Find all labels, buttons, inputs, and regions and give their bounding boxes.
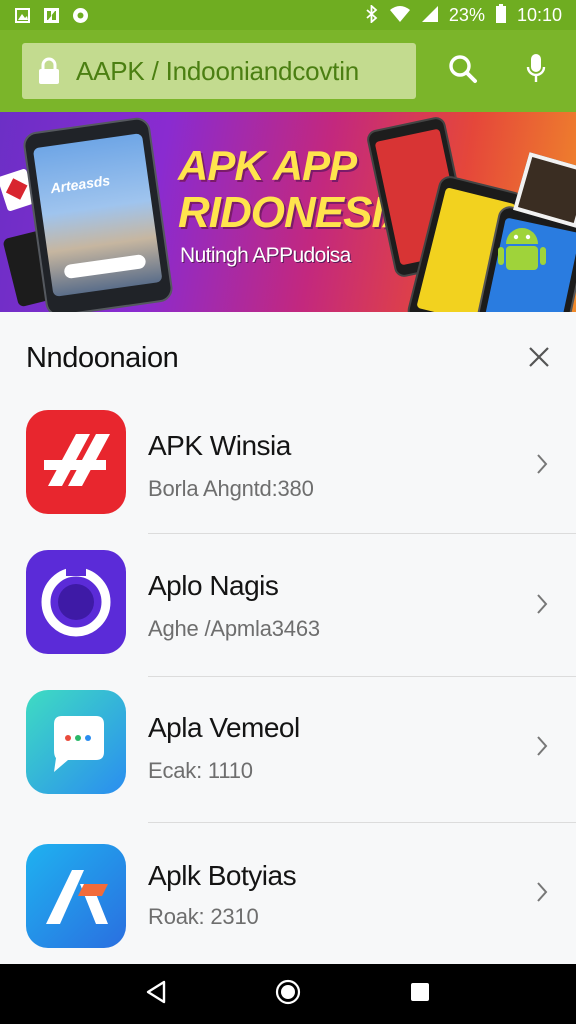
divider xyxy=(148,822,576,823)
gallery-icon xyxy=(14,7,31,24)
app-purple-ring-icon xyxy=(26,550,126,654)
browser-toolbar: AAPK / Indooniandcovtin xyxy=(0,30,576,112)
clock: 10:10 xyxy=(516,5,562,25)
banner-phone-image: Arteasds xyxy=(21,115,175,312)
banner-subtitle: Nutingh APPudoisa xyxy=(180,244,351,267)
app-meta: Borla Ahgntd:380 xyxy=(148,476,314,501)
home-button[interactable] xyxy=(268,974,308,1014)
banner-title-line1: APK APP xyxy=(178,142,357,189)
url-text[interactable]: AAPK / Indooniandcovtin xyxy=(76,56,359,87)
app-list-panel: Nndoonaion APK Winsia Borla Ahgntd:380 A… xyxy=(0,312,576,964)
chevron-right-icon[interactable] xyxy=(528,732,556,760)
app-name: Apla Vemeol xyxy=(148,712,300,743)
close-button[interactable] xyxy=(522,342,556,376)
list-item[interactable]: APK Winsia Borla Ahgntd:380 xyxy=(0,404,576,544)
chevron-right-icon[interactable] xyxy=(528,590,556,618)
app-name: Aplo Nagis xyxy=(148,570,279,601)
lock-icon xyxy=(36,56,62,86)
list-item[interactable]: Aplo Nagis Aghe /Apmla3463 xyxy=(0,544,576,684)
close-icon xyxy=(527,345,551,374)
back-icon xyxy=(145,980,167,1009)
battery-icon xyxy=(495,3,507,27)
status-bar: 23% 10:10 xyxy=(0,0,576,30)
mic-icon xyxy=(526,53,546,90)
signal-icon xyxy=(421,5,439,26)
search-icon xyxy=(448,54,478,89)
promo-banner[interactable]: Arteasds APK APP RIDONESIA Nutingh APPud… xyxy=(0,112,576,312)
panel-header: Nndoonaion xyxy=(0,312,576,404)
android-robot-icon xyxy=(498,220,546,281)
app-red-logo-icon xyxy=(26,410,126,514)
back-button[interactable] xyxy=(136,974,176,1014)
phone-screen-title: Arteasds xyxy=(49,172,111,197)
notification-dot-icon xyxy=(72,7,89,24)
divider xyxy=(148,676,576,677)
app-meta: Aghe /Apmla3463 xyxy=(148,616,320,641)
system-nav-bar xyxy=(0,964,576,1024)
status-right: 23% 10:10 xyxy=(365,3,562,27)
bluetooth-icon xyxy=(365,3,379,26)
app-name: Aplk Botyias xyxy=(148,860,297,891)
app-a-logo-icon xyxy=(26,844,126,948)
app-chat-bubble-icon xyxy=(26,690,126,794)
app-meta: Roak: 2310 xyxy=(148,904,259,929)
panel-title: Nndoonaion xyxy=(26,342,179,374)
divider xyxy=(148,533,576,534)
wifi-icon xyxy=(389,5,411,26)
list-item[interactable]: Apla Vemeol Ecak: 1110 xyxy=(0,686,576,826)
url-bar[interactable]: AAPK / Indooniandcovtin xyxy=(22,43,417,99)
app-name: APK Winsia xyxy=(148,430,291,461)
recents-button[interactable] xyxy=(400,974,440,1014)
chevron-right-icon[interactable] xyxy=(528,878,556,906)
app-meta: Ecak: 1110 xyxy=(148,758,253,783)
chevron-right-icon[interactable] xyxy=(528,450,556,478)
home-icon xyxy=(275,979,301,1010)
battery-percent: 23% xyxy=(448,5,485,25)
voice-search-button[interactable] xyxy=(511,46,560,96)
status-left-icons xyxy=(14,7,89,24)
search-button[interactable] xyxy=(438,46,487,96)
recents-icon xyxy=(409,981,431,1008)
list-item[interactable]: Aplk Botyias Roak: 2310 xyxy=(0,832,576,972)
app-store-icon xyxy=(43,7,60,24)
